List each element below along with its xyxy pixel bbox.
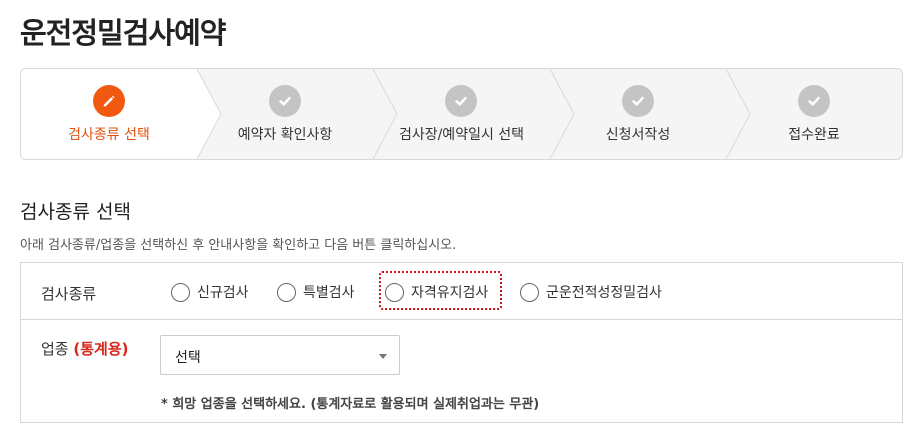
radio-military-exam[interactable]: 군운전적성정밀검사 — [520, 282, 662, 302]
progress-stepper: 검사종류 선택 예약자 확인사항 검사장/예약일시 선택 신청서작성 접수완료 — [20, 68, 903, 160]
step-label: 예약자 확인사항 — [237, 127, 333, 143]
dropdown-caret-icon — [379, 354, 387, 359]
radio-label: 신규검사 — [197, 285, 249, 301]
section-description: 아래 검사종류/업종을 선택하신 후 안내사항을 확인하고 다음 버튼 클릭하십… — [20, 238, 457, 253]
radio-circle[interactable] — [171, 282, 190, 302]
step-application-form: 신청서작성 — [550, 69, 726, 159]
industry-label-text: 업종 — [41, 340, 69, 358]
check-icon — [798, 85, 830, 117]
radio-qualification-exam[interactable]: 자격유지검사 — [385, 282, 488, 302]
radio-label: 특별검사 — [303, 285, 355, 301]
step-center-datetime: 검사장/예약일시 선택 — [373, 69, 550, 159]
exam-form: 검사종류 신규검사 특별검사 자격유지검사 군운전적성정밀검사 업종 (통계용)… — [20, 262, 903, 423]
exam-type-row: 검사종류 신규검사 특별검사 자격유지검사 군운전적성정밀검사 — [21, 263, 902, 320]
radio-circle[interactable] — [277, 282, 296, 302]
industry-label: 업종 (통계용) — [41, 338, 129, 359]
industry-label-note: (통계용) — [73, 340, 129, 358]
step-reservation-check: 예약자 확인사항 — [197, 69, 373, 159]
radio-label: 군운전적성정밀검사 — [546, 285, 662, 301]
check-icon — [622, 85, 654, 117]
radio-label: 자격유지검사 — [411, 285, 489, 301]
radio-circle[interactable] — [520, 282, 539, 302]
page-title: 운전정밀검사예약 — [20, 16, 226, 50]
check-icon — [445, 85, 477, 117]
section-title: 검사종류 선택 — [20, 201, 131, 223]
check-icon — [269, 85, 301, 117]
industry-select[interactable]: 선택 — [160, 335, 400, 375]
industry-note: * 희망 업종을 선택하세요. (통계자료로 활용되며 실제취업과는 무관) — [161, 397, 540, 412]
step-exam-type: 검사종류 선택 — [21, 69, 197, 159]
step-label: 신청서작성 — [605, 127, 671, 143]
radio-circle[interactable] — [385, 282, 404, 302]
pencil-icon — [93, 85, 125, 117]
radio-special-exam[interactable]: 특별검사 — [277, 282, 355, 302]
exam-type-label: 검사종류 — [41, 285, 97, 303]
industry-select-value: 선택 — [175, 350, 201, 366]
radio-new-exam[interactable]: 신규검사 — [171, 282, 249, 302]
step-label: 접수완료 — [788, 127, 840, 143]
step-complete: 접수완료 — [726, 69, 902, 159]
step-label: 검사종류 선택 — [68, 127, 150, 143]
step-label: 검사장/예약일시 선택 — [398, 127, 525, 143]
